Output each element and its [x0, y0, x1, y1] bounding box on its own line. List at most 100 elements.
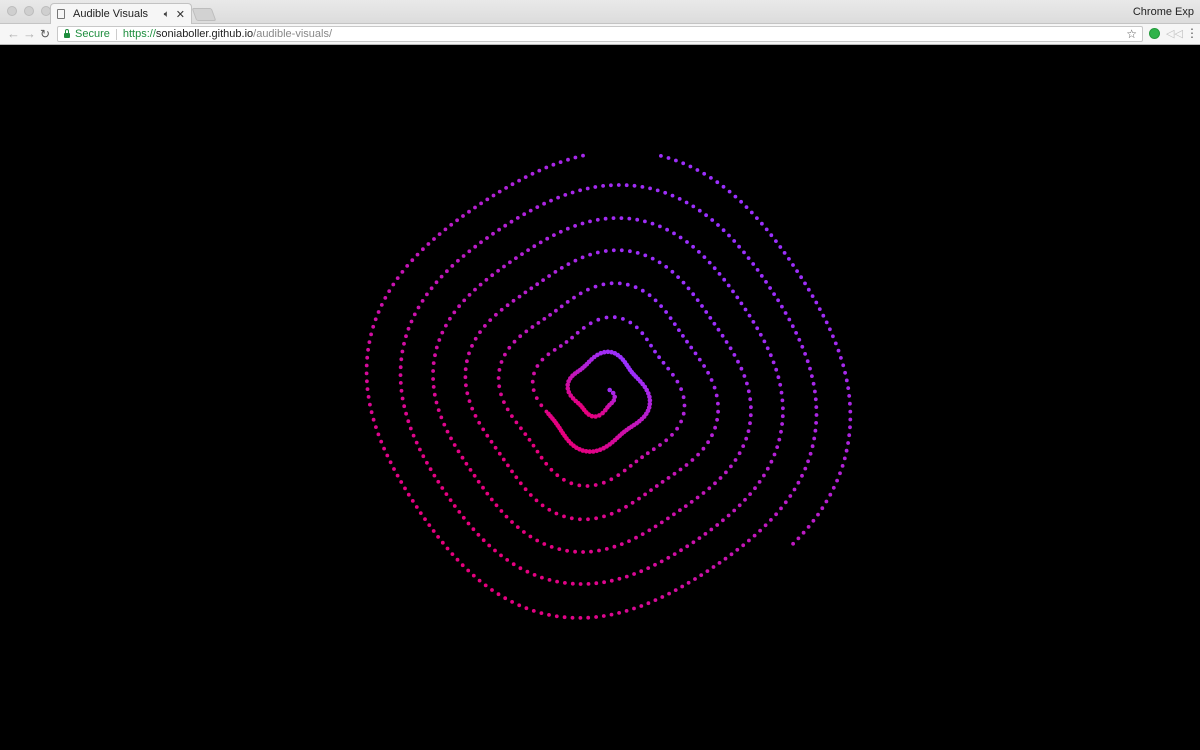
extension-icon-disabled[interactable]: ◁◁ [1166, 27, 1183, 40]
spiral-dot [485, 236, 489, 240]
spiral-dot [554, 308, 558, 313]
spiral-dot [748, 492, 752, 496]
spiral-dot [772, 452, 777, 457]
spiral-dot [780, 398, 785, 403]
browser-window: Audible Visuals 🔈︎ ✕ Chrome Exp ← → ↻ Se… [0, 0, 1200, 750]
back-button[interactable]: ← [7, 25, 20, 43]
spiral-dot [497, 227, 501, 232]
spiral-dot [758, 528, 762, 533]
spiral-dot [471, 573, 476, 578]
spiral-dot [532, 371, 536, 376]
spiral-dot [504, 186, 508, 190]
spiral-dot [685, 240, 689, 244]
spiral-dot [468, 468, 473, 472]
spiral-dot [722, 277, 727, 282]
spiral-dot [601, 184, 605, 188]
spiral-dot [672, 231, 676, 236]
spiral-dot [408, 426, 413, 431]
spiral-dot [776, 375, 781, 380]
spiral-dot [688, 164, 693, 169]
spiral-dot [485, 197, 490, 202]
minimize-window-button[interactable] [24, 6, 34, 16]
spiral-dot [597, 548, 601, 553]
spiral-dot [412, 312, 417, 317]
menu-icon[interactable]: ⋮ [1186, 26, 1198, 40]
spiral-dot [496, 592, 501, 597]
lock-icon [64, 29, 70, 38]
spiral-dot [473, 244, 478, 249]
spiral-dot [559, 266, 564, 270]
spiral-dot [713, 481, 717, 486]
spiral-dot [542, 201, 546, 206]
spiral-dot [496, 376, 501, 380]
spiral-dot [518, 566, 523, 571]
spiral-dot [535, 364, 540, 368]
spiral-dot [603, 216, 608, 221]
spiral-dot [557, 547, 562, 551]
speaker-icon[interactable]: 🔈︎ [164, 9, 170, 20]
spiral-dot [596, 317, 601, 322]
spiral-dot [699, 573, 704, 577]
spiral-dot [505, 303, 510, 308]
spiral-dot [616, 473, 621, 477]
spiral-dot [796, 536, 801, 541]
spiral-dot [797, 337, 802, 342]
spiral-dot [779, 429, 783, 434]
address-bar[interactable]: Secure https:// soniaboller.github.io /a… [57, 26, 1143, 42]
spiral-dot [601, 282, 606, 287]
spiral-dot [747, 538, 751, 543]
spiral-dot [653, 349, 657, 354]
spiral-dot [525, 569, 530, 574]
spiral-dot [621, 317, 625, 321]
bookmark-star-icon[interactable]: ☆ [1126, 27, 1137, 41]
spiral-dot [515, 525, 520, 529]
spiral-dot [726, 283, 731, 288]
spiral-dot [630, 500, 635, 505]
spiral-dot [741, 444, 746, 448]
spiral-dot [406, 419, 411, 424]
spiral-dot [507, 345, 512, 350]
spiral-dot [737, 451, 742, 456]
spiral-dot [586, 287, 590, 292]
spiral-dot [769, 459, 774, 464]
extension-icon[interactable] [1149, 28, 1160, 39]
spiral-dot [691, 244, 695, 249]
spiral-dot [562, 615, 567, 620]
profile-label[interactable]: Chrome Exp [1133, 6, 1194, 18]
spiral-dot [706, 370, 710, 375]
spiral-dot [632, 606, 636, 611]
spiral-dot [519, 426, 523, 431]
new-tab-button[interactable] [191, 8, 217, 21]
spiral-dot [418, 511, 423, 515]
spiral-dot [518, 334, 523, 339]
spiral-dot [774, 512, 778, 517]
spiral-dot [494, 503, 499, 508]
spiral-dot [586, 615, 591, 620]
spiral-dot [436, 408, 441, 412]
visualizer-canvas[interactable] [0, 45, 1200, 750]
spiral-dot [463, 367, 468, 372]
tab-audible-visuals[interactable]: Audible Visuals 🔈︎ ✕ [50, 3, 192, 24]
spiral-dot [622, 468, 627, 473]
spiral-dot [821, 313, 826, 318]
spiral-dot [778, 382, 783, 387]
forward-button[interactable]: → [23, 25, 36, 43]
spiral-dot [737, 244, 741, 249]
spiral-dot [732, 239, 737, 243]
spiral-dot [460, 455, 465, 460]
spiral-dot [517, 603, 522, 608]
spiral-dot [775, 445, 780, 449]
close-tab-icon[interactable]: ✕ [176, 8, 185, 21]
spiral-dot [467, 249, 472, 254]
spiral-dot [741, 543, 746, 548]
spiral-dot [506, 463, 510, 468]
spiral-dot [795, 269, 799, 273]
spiral-dot [581, 550, 585, 554]
spiral-dot [476, 532, 481, 537]
spiral-dot [535, 449, 540, 454]
spiral-dot [570, 615, 575, 620]
close-window-button[interactable] [7, 6, 17, 16]
spiral-dot [589, 549, 593, 554]
spiral-dot [780, 414, 785, 419]
reload-button[interactable]: ↻ [40, 25, 50, 43]
